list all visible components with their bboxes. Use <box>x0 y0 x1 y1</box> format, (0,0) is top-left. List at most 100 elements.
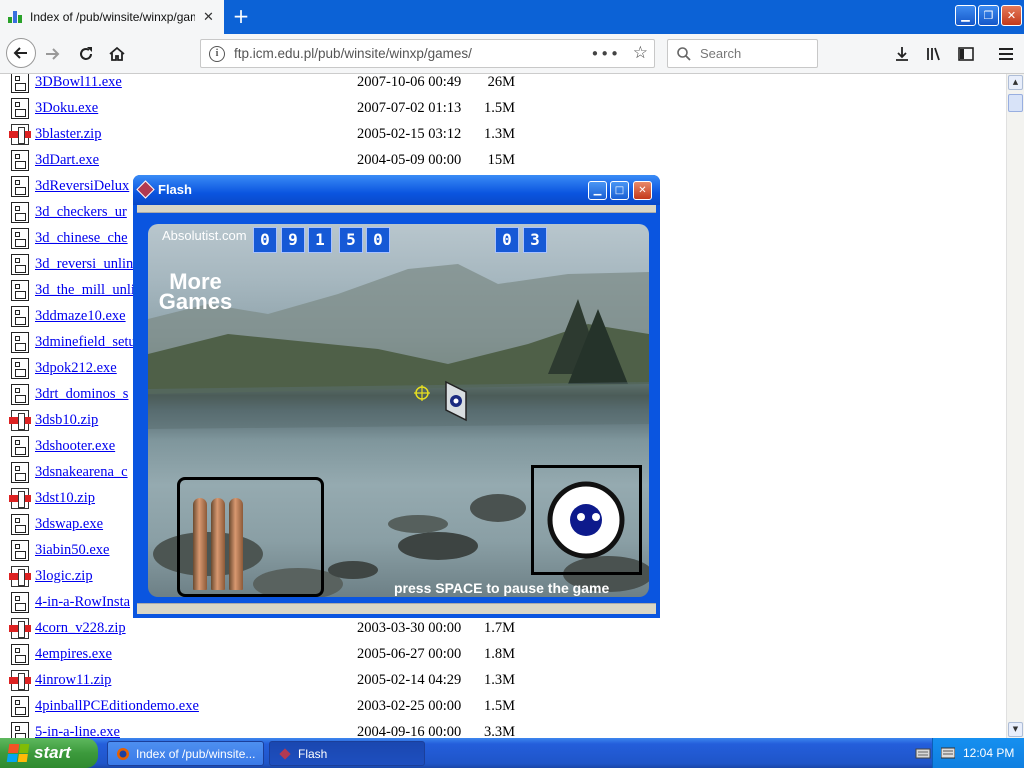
taskbar-item-flash[interactable]: Flash <box>269 741 425 766</box>
bookmark-star-icon[interactable]: ☆ <box>633 43 648 63</box>
exe-file-icon[interactable] <box>11 358 29 379</box>
flash-close-button[interactable]: ✕ <box>633 181 652 200</box>
window-restore-button[interactable]: ❐ <box>978 5 999 26</box>
exe-file-icon[interactable] <box>11 228 29 249</box>
zip-file-icon[interactable] <box>9 488 31 509</box>
exe-file-icon[interactable] <box>11 176 29 197</box>
back-button[interactable] <box>6 38 36 68</box>
exe-file-icon[interactable] <box>11 254 29 275</box>
file-link[interactable]: 4-in-a-RowInsta <box>35 594 130 611</box>
window-close-button[interactable]: ✕ <box>1001 5 1022 26</box>
forward-button[interactable] <box>40 42 64 66</box>
reload-button[interactable] <box>74 42 98 66</box>
file-link[interactable]: 3dshooter.exe <box>35 438 115 455</box>
file-link[interactable]: 3d_the_mill_unli <box>35 282 135 299</box>
exe-file-icon[interactable] <box>11 540 29 561</box>
taskbar-item-firefox[interactable]: Index of /pub/winsite... <box>107 741 264 766</box>
download-icon <box>896 47 908 61</box>
page-actions-menu-icon[interactable]: ••• <box>590 45 620 63</box>
exe-file-icon[interactable] <box>11 436 29 457</box>
scroll-thumb[interactable] <box>1008 94 1023 112</box>
flash-minimize-button[interactable]: ▁ <box>588 181 607 200</box>
file-link[interactable]: 4pinballPCEditiondemo.exe <box>35 698 199 715</box>
flying-target-icon[interactable] <box>444 380 470 422</box>
file-link[interactable]: 4corn_v228.zip <box>35 620 126 637</box>
level-digit: 0 <box>495 227 519 253</box>
file-link[interactable]: 3DBowl11.exe <box>35 74 122 91</box>
file-link[interactable]: 3iabin50.exe <box>35 542 110 559</box>
exe-file-icon[interactable] <box>11 332 29 353</box>
exe-file-icon[interactable] <box>11 306 29 327</box>
exe-file-icon[interactable] <box>11 696 29 717</box>
sidebar-button[interactable] <box>954 42 978 66</box>
new-tab-button[interactable]: + <box>230 5 252 27</box>
exe-file-icon[interactable] <box>11 74 29 93</box>
tab-close-icon[interactable]: ✕ <box>203 10 214 25</box>
file-size: 26M <box>487 74 515 90</box>
more-games-button[interactable]: More Games <box>148 271 243 313</box>
menu-button[interactable] <box>994 42 1018 66</box>
file-link[interactable]: 3dminefield_setu <box>35 334 136 351</box>
search-box[interactable]: Search <box>667 39 818 68</box>
file-link[interactable]: 3d_reversi_unlin <box>35 256 133 273</box>
home-button[interactable] <box>105 42 129 66</box>
game-canvas[interactable]: Absolutist.com More Games 0 9 1 5 0 0 3 <box>148 224 649 597</box>
address-bar[interactable]: i ftp.icm.edu.pl/pub/winsite/winxp/games… <box>200 39 655 68</box>
exe-file-icon[interactable] <box>11 98 29 119</box>
zip-file-icon[interactable] <box>9 410 31 431</box>
absolutist-brand-logo[interactable]: Absolutist.com <box>162 228 247 243</box>
device-tray-icon[interactable] <box>915 746 931 760</box>
file-link[interactable]: 4empires.exe <box>35 646 112 663</box>
zip-file-icon[interactable] <box>9 124 31 145</box>
scroll-down-arrow-icon[interactable]: ▼ <box>1008 722 1023 737</box>
scroll-up-arrow-icon[interactable]: ▲ <box>1008 75 1023 90</box>
zip-file-icon[interactable] <box>9 618 31 639</box>
file-link[interactable]: 3drt_dominos_s <box>35 386 128 403</box>
file-link[interactable]: 4inrow11.zip <box>35 672 111 689</box>
library-button[interactable] <box>922 42 946 66</box>
exe-file-icon[interactable] <box>11 280 29 301</box>
exe-file-icon[interactable] <box>11 592 29 613</box>
exe-file-icon[interactable] <box>11 462 29 483</box>
flash-titlebar[interactable]: Flash ▁ □ ✕ <box>133 175 660 205</box>
vertical-scrollbar[interactable]: ▲ ▼ <box>1006 74 1024 738</box>
file-link[interactable]: 3dReversiDelux <box>35 178 129 195</box>
system-clock[interactable]: 12:04 PM <box>963 746 1014 760</box>
ammo-box <box>177 477 324 597</box>
flash-client-area: Absolutist.com More Games 0 9 1 5 0 0 3 <box>137 205 656 614</box>
file-date: 2007-07-02 01:13 <box>357 100 462 116</box>
exe-file-icon[interactable] <box>11 722 29 738</box>
browser-tab-active[interactable]: Index of /pub/winsite/winxp/games/ ✕ <box>0 0 224 34</box>
level-digit: 3 <box>523 227 547 253</box>
zip-file-icon[interactable] <box>9 670 31 691</box>
file-link[interactable]: 3dDart.exe <box>35 152 99 169</box>
file-row: 3Doku.exe 2007-07-02 01:13 1.5M <box>0 98 1006 124</box>
exe-file-icon[interactable] <box>11 644 29 665</box>
file-link[interactable]: 3dpok212.exe <box>35 360 117 377</box>
file-link[interactable]: 3blaster.zip <box>35 126 101 143</box>
site-info-icon[interactable]: i <box>209 45 225 62</box>
exe-file-icon[interactable] <box>11 514 29 535</box>
file-link[interactable]: 3dsnakearena_c <box>35 464 128 481</box>
file-link[interactable]: 3dswap.exe <box>35 516 103 533</box>
keyboard-icon[interactable] <box>941 747 955 759</box>
start-button[interactable]: start <box>0 738 98 768</box>
file-link[interactable]: 3ddmaze10.exe <box>35 308 126 325</box>
file-link[interactable]: 3d_checkers_ur <box>35 204 127 221</box>
zip-file-icon[interactable] <box>9 566 31 587</box>
file-link[interactable]: 5-in-a-line.exe <box>35 724 120 738</box>
file-link[interactable]: 3logic.zip <box>35 568 93 585</box>
navigation-toolbar: i ftp.icm.edu.pl/pub/winsite/winxp/games… <box>0 34 1024 74</box>
flash-maximize-button[interactable]: □ <box>610 181 629 200</box>
file-link[interactable]: 3Doku.exe <box>35 100 98 117</box>
file-link[interactable]: 3dsb10.zip <box>35 412 98 429</box>
downloads-button[interactable] <box>890 42 914 66</box>
file-link[interactable]: 3dst10.zip <box>35 490 95 507</box>
exe-file-icon[interactable] <box>11 384 29 405</box>
start-label: start <box>34 743 71 762</box>
file-link[interactable]: 3d_chinese_che <box>35 230 128 247</box>
window-minimize-button[interactable]: ▁ <box>955 5 976 26</box>
exe-file-icon[interactable] <box>11 202 29 223</box>
exe-file-icon[interactable] <box>11 150 29 171</box>
address-url[interactable]: ftp.icm.edu.pl/pub/winsite/winxp/games/ <box>234 46 472 61</box>
